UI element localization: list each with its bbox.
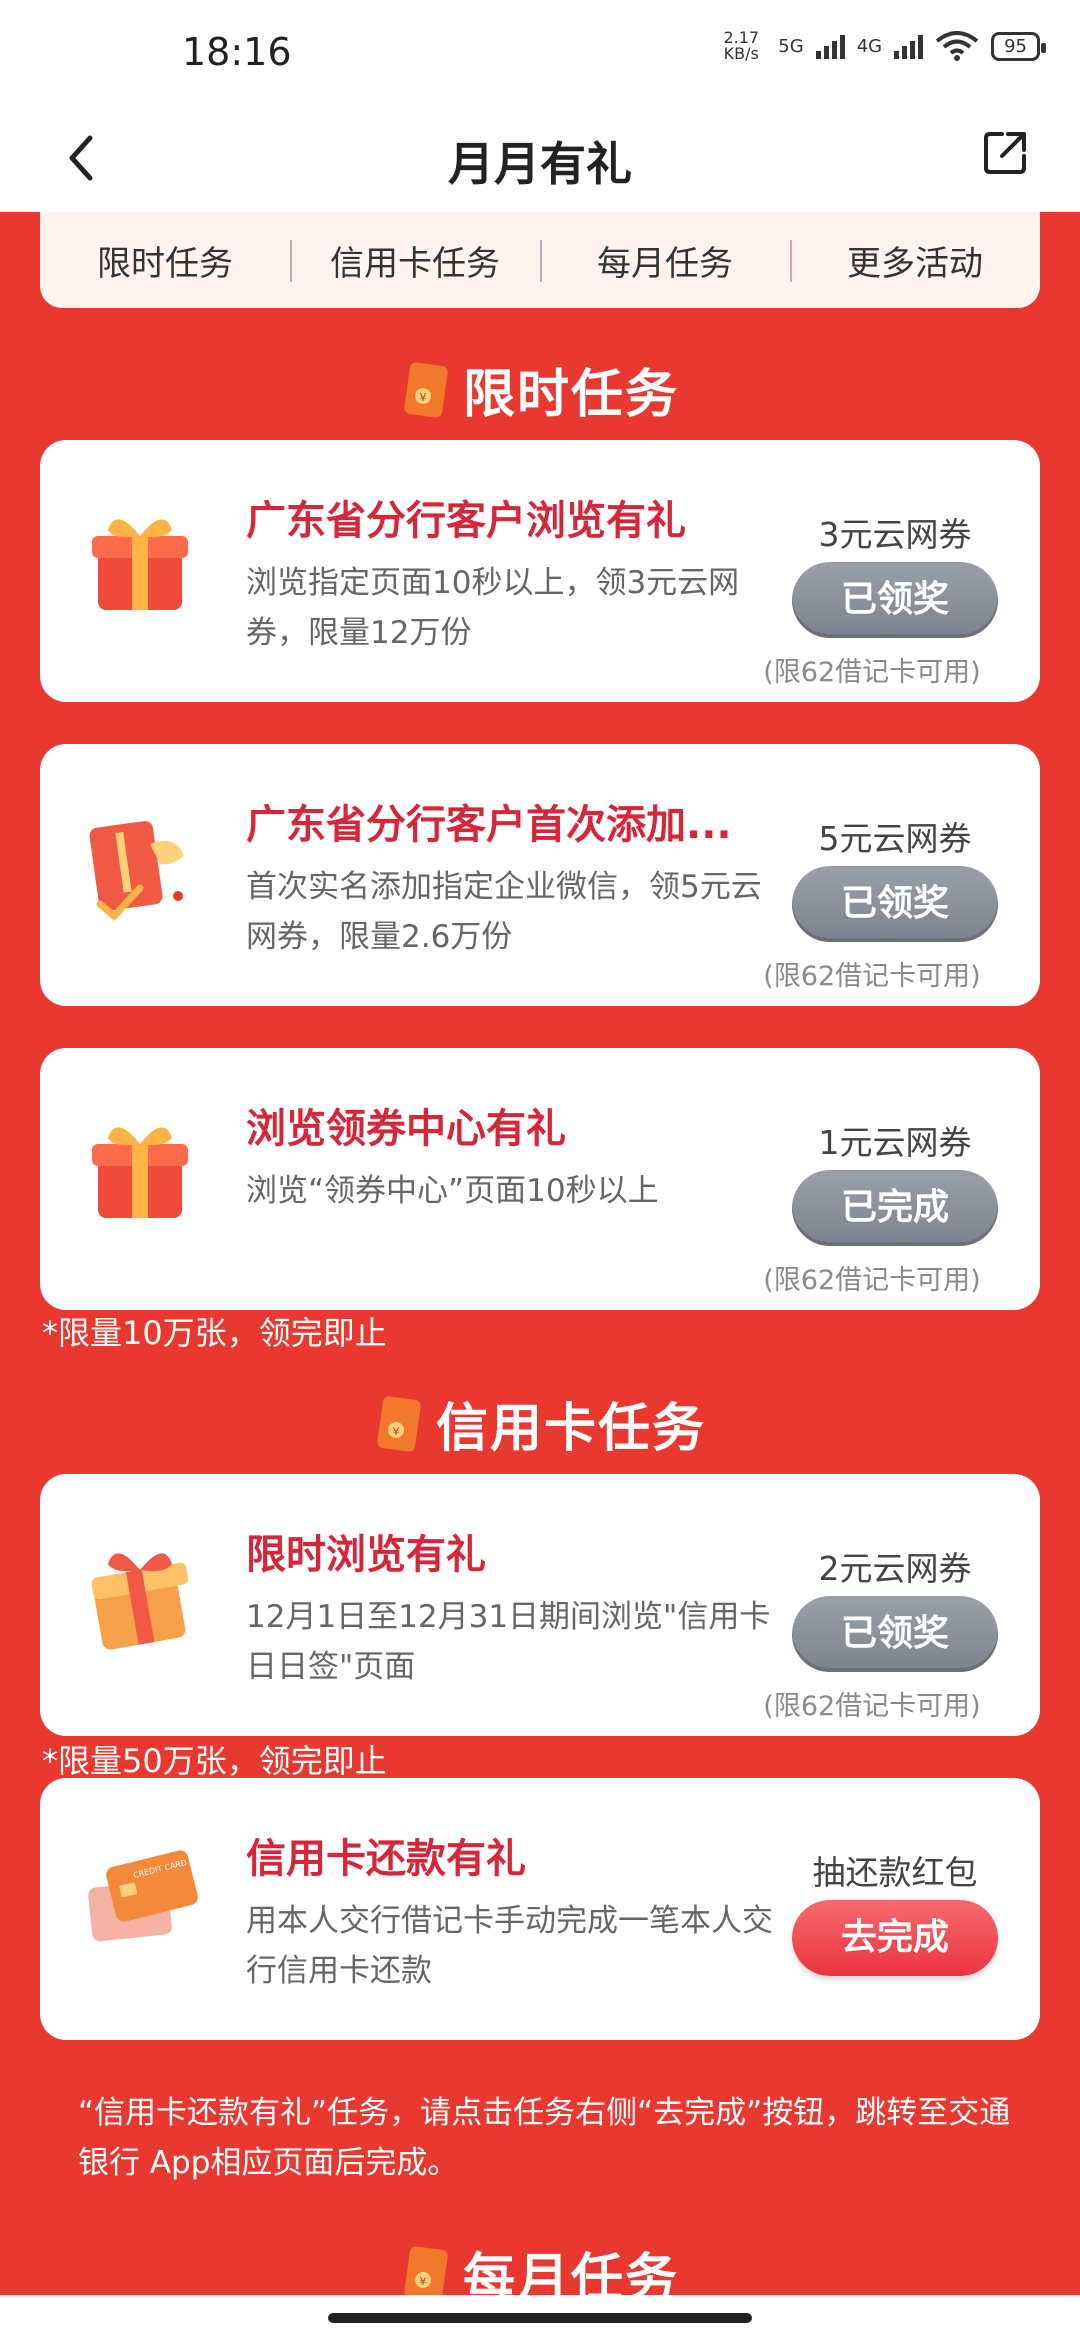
sim1-label: 5G [778,35,804,57]
task-description: 12月1日至12月31日期间浏览"信用卡日日签"页面 [246,1599,771,1685]
battery-icon: 95 [991,31,1046,61]
limit-note: *限量50万张，领完即止 [42,1742,387,1780]
completed-button[interactable]: 已完成 [792,1170,998,1246]
claimed-button[interactable]: 已领奖 [792,866,998,942]
svg-text:¥: ¥ [419,391,426,404]
task-reward: 2元云网券 [818,1549,972,1588]
task-description: 浏览“领券中心”页面10秒以上 [246,1173,659,1209]
status-time: 18:16 [182,30,292,74]
wifi-icon [935,31,979,61]
status-bar: 18:16 2.17 KB/s 5G 4G 95 [0,0,1080,110]
sim2-label: 4G [856,35,883,57]
task-note: (限62借记卡可用) [763,657,981,688]
task-reward: 抽还款红包 [812,1853,978,1892]
task-reward: 1元云网券 [818,1123,972,1162]
task-card: 广东省分行客户首次添加... 首次实名添加指定企业微信，领5元云网券，限量2.6… [40,744,1040,1006]
section-title-limited: ¥ 限时任务 [0,352,1080,427]
task-description: 首次实名添加指定企业微信，领5元云网券，限量2.6万份 [246,869,762,955]
credit-card-icon: CREDIT CARD [88,1850,198,1942]
svg-text:¥: ¥ [392,1425,399,1438]
net-speed: 2.17 KB/s [723,28,760,63]
tab-more[interactable]: 更多活动 [790,236,1040,285]
status-indicators: 2.17 KB/s 5G 4G 95 [716,28,1046,63]
task-card: 限时浏览有礼 12月1日至12月31日期间浏览"信用卡日日签"页面 2元云网券 … [40,1474,1040,1736]
svg-text:¥: ¥ [419,2275,426,2288]
task-title: 限时浏览有礼 [246,1532,486,1578]
task-card: 浏览领券中心有礼 浏览“领券中心”页面10秒以上 1元云网券 已完成 (限62借… [40,1048,1040,1310]
gift-icon [92,1127,188,1218]
page-title: 月月有礼 [448,137,632,191]
red-envelope-icon: ¥ [404,361,448,418]
tab-monthly[interactable]: 每月任务 [540,236,790,285]
task-reward: 3元云网券 [818,515,972,554]
footnote-text: “信用卡还款有礼”任务，请点击任务右侧“去完成”按钮，跳转至交通银行 App相应… [78,2095,1011,2181]
task-note: (限62借记卡可用) [763,1265,981,1296]
task-title: 信用卡还款有礼 [246,1836,526,1882]
claimed-button[interactable]: 已领奖 [792,562,998,638]
gift-icon [92,519,188,610]
task-title: 广东省分行客户首次添加... [246,802,732,848]
tab-limited[interactable]: 限时任务 [40,236,290,285]
signal-2-icon [894,33,924,59]
share-icon[interactable] [980,128,1030,178]
tab-credit-card[interactable]: 信用卡任务 [290,236,540,285]
go-complete-button[interactable]: 去完成 [792,1900,998,1976]
red-envelope-icon: ¥ [377,1395,421,1452]
signal-1-icon [815,33,845,59]
task-reward: 5元云网券 [818,819,972,858]
task-description: 用本人交行借记卡手动完成一笔本人交行信用卡还款 [246,1903,773,1989]
task-title: 浏览领券中心有礼 [246,1106,566,1152]
task-description: 浏览指定页面10秒以上，领3元云网券，限量12万份 [246,565,740,651]
top-bar: 18:16 2.17 KB/s 5G 4G 95 月月有礼 [0,0,1080,212]
section-title-text: 信用卡任务 [435,1399,706,1459]
task-card: CREDIT CARD 信用卡还款有礼 用本人交行借记卡手动完成一笔本人交行信用… [40,1778,1040,2040]
limit-note: *限量10万张，领完即止 [42,1314,387,1352]
home-indicator[interactable] [328,2313,752,2323]
task-card: 广东省分行客户浏览有礼 浏览指定页面10秒以上，领3元云网券，限量12万份 3元… [40,440,1040,702]
app-header: 月月有礼 [0,110,1080,210]
claimed-button[interactable]: 已领奖 [792,1596,998,1672]
section-title-text: 限时任务 [462,365,679,425]
task-note: (限62借记卡可用) [763,1691,981,1722]
card-receipt-icon [89,820,184,921]
section-tabs: 限时任务 信用卡任务 每月任务 更多活动 [40,212,1040,308]
task-note: (限62借记卡可用) [763,961,981,992]
gift-icon [91,1553,189,1650]
task-title: 广东省分行客户浏览有礼 [246,498,686,544]
section-title-credit-card: ¥ 信用卡任务 [0,1386,1080,1461]
